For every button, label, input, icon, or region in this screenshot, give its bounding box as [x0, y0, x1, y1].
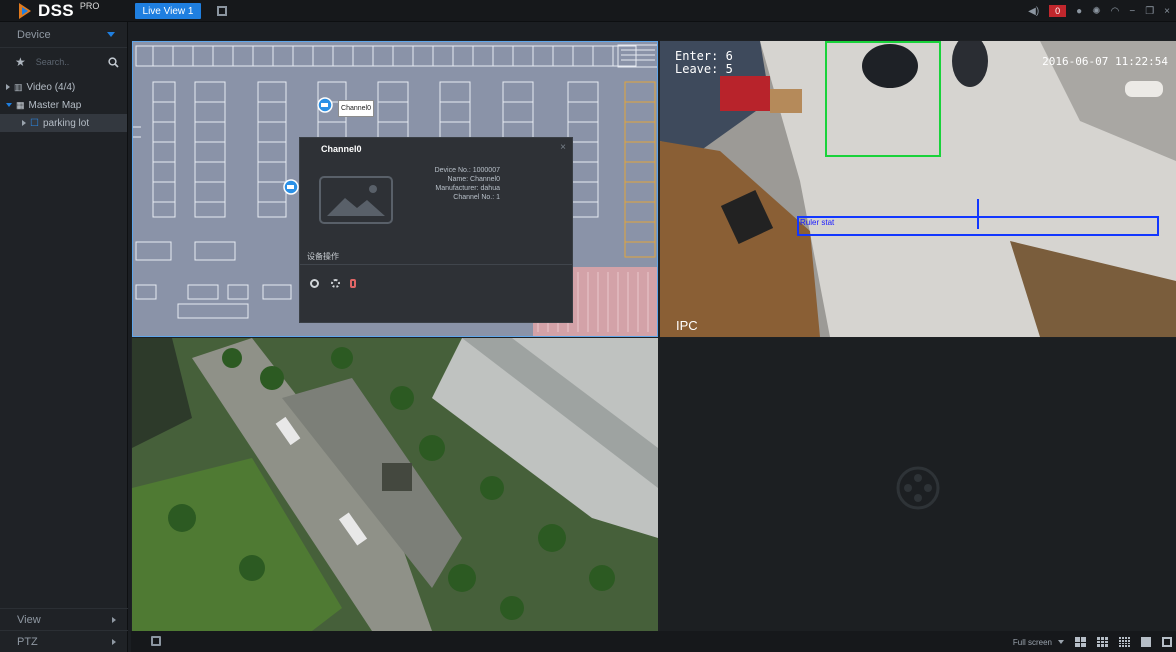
speaker-icon[interactable]: ◀)	[1028, 6, 1039, 17]
device-dropdown[interactable]: Device	[0, 22, 127, 48]
video-group-icon: ▥	[14, 81, 23, 92]
device-no-text: Device No.: 1000007	[434, 167, 500, 174]
camera-timestamp: 2016-06-07 11:22:54	[1042, 55, 1168, 68]
device-sidebar: Device ★ Search.. ▥ Video (4/4) ▦ Master…	[0, 22, 128, 652]
dss-logo-icon	[19, 3, 31, 19]
enter-count-overlay: Enter: 6	[675, 49, 733, 63]
app-logo: DSS PRO	[18, 1, 100, 20]
camera-channel-label: IPC	[676, 318, 698, 333]
add-tab-icon[interactable]	[217, 6, 227, 16]
ivs-detection-box	[825, 41, 941, 157]
image-placeholder-icon	[319, 176, 393, 224]
app-brand-suffix: PRO	[79, 1, 100, 11]
camera-marker-icon[interactable]	[317, 97, 333, 113]
tab-live-view-1[interactable]: Live View 1	[135, 3, 201, 19]
user-icon[interactable]: ●	[1076, 6, 1082, 17]
sidebar-item-label: View	[17, 613, 41, 626]
expand-arrow-icon[interactable]	[6, 84, 10, 90]
popup-title: Channel0	[321, 144, 362, 154]
channel-info-popup: Channel0 × Device No.: 1000007 Name: Cha…	[299, 137, 573, 323]
tree-item-video[interactable]: ▥ Video (4/4)	[0, 78, 127, 96]
channel-tooltip: Channel0	[338, 100, 374, 117]
manufacturer-text: Manufacturer: dahua	[435, 185, 500, 192]
tree-item-label: Master Map	[28, 99, 82, 111]
chevron-right-icon	[112, 616, 116, 623]
chevron-down-icon	[1058, 640, 1064, 644]
camera-marker-icon[interactable]	[283, 179, 299, 195]
fullscreen-label: Full screen	[1012, 637, 1052, 647]
record-icon[interactable]	[350, 279, 356, 288]
minimize-icon[interactable]: −	[1129, 6, 1135, 17]
close-icon[interactable]: ×	[1164, 6, 1170, 17]
save-view-icon[interactable]	[151, 636, 161, 646]
film-reel-placeholder-icon	[896, 466, 940, 510]
live-view-grid: Channel0 Channel0 × Device No.: 1000007 …	[131, 40, 1176, 631]
channel-no-text: Channel No.: 1	[453, 194, 500, 201]
tree-item-master-map[interactable]: ▦ Master Map	[0, 96, 127, 114]
popup-divider	[300, 264, 572, 265]
sidebar-bottom-panels: View PTZ	[0, 608, 128, 652]
device-search[interactable]: ★ Search..	[0, 51, 127, 73]
layout-16-icon[interactable]	[1119, 637, 1130, 647]
video-window-map[interactable]: Channel0 Channel0 × Device No.: 1000007 …	[132, 41, 658, 337]
performance-gauge-icon[interactable]: ◠	[1111, 6, 1120, 17]
channel-name-text: Name: Channel0	[447, 176, 500, 183]
app-brand: DSS	[38, 1, 74, 20]
playback-reel-icon[interactable]	[331, 279, 340, 288]
tree-item-parking-lot[interactable]: ☐ parking lot	[0, 114, 127, 132]
video-window-empty[interactable]	[660, 338, 1176, 631]
device-operations-label: 设备操作	[307, 252, 339, 261]
leave-count-overlay: Leave: 5	[675, 62, 733, 76]
expand-arrow-icon[interactable]	[22, 120, 26, 126]
settings-gear-icon[interactable]: ✺	[1092, 6, 1100, 17]
chevron-down-icon	[107, 32, 115, 37]
alarm-count-badge[interactable]: 0	[1049, 5, 1067, 17]
submap-icon: ☐	[30, 117, 39, 129]
sidebar-item-label: PTZ	[17, 635, 38, 648]
sidebar-item-ptz[interactable]: PTZ	[0, 630, 128, 652]
map-icon: ▦	[16, 99, 25, 110]
fullscreen-dropdown[interactable]: Full screen	[1013, 638, 1064, 647]
tripwire-direction-arrow	[977, 199, 979, 229]
layout-4-icon[interactable]	[1075, 637, 1086, 647]
tree-item-label: Video (4/4)	[26, 81, 76, 93]
system-tray: ◀) 0 ● ✺ ◠ − ❐ ×	[1028, 3, 1170, 19]
window-fullscreen-icon[interactable]	[1162, 637, 1172, 647]
top-bar: DSS PRO Live View 1 ◀) 0 ● ✺ ◠ − ❐ ×	[0, 0, 1176, 22]
aerial-feed-scene	[132, 338, 658, 631]
layout-controls: Full screen	[1013, 635, 1172, 649]
popup-close-icon[interactable]: ×	[560, 142, 566, 153]
channel-details: Device No.: 1000007 Name: Channel0 Manuf…	[400, 166, 500, 202]
chevron-right-icon	[112, 638, 116, 645]
device-dropdown-label: Device	[17, 28, 51, 41]
favorite-star-icon[interactable]: ★	[15, 55, 26, 69]
custom-layout-icon[interactable]	[1141, 637, 1151, 647]
bottom-toolbar: Full screen	[131, 631, 1176, 652]
search-input[interactable]: Search..	[36, 57, 98, 67]
tripwire-rule-label: Ruler stat	[800, 218, 835, 227]
video-window-aerial[interactable]	[132, 338, 658, 631]
collapse-arrow-icon[interactable]	[6, 103, 12, 107]
tree-item-label: parking lot	[42, 117, 90, 129]
restore-icon[interactable]: ❐	[1145, 6, 1154, 17]
live-view-icon[interactable]	[310, 279, 319, 288]
sidebar-item-view[interactable]: View	[0, 608, 128, 630]
search-icon[interactable]	[108, 56, 119, 68]
layout-9-icon[interactable]	[1097, 637, 1108, 647]
video-window-ipc[interactable]: Ruler stat Enter: 6 Leave: 5 2016-06-07 …	[660, 41, 1176, 337]
